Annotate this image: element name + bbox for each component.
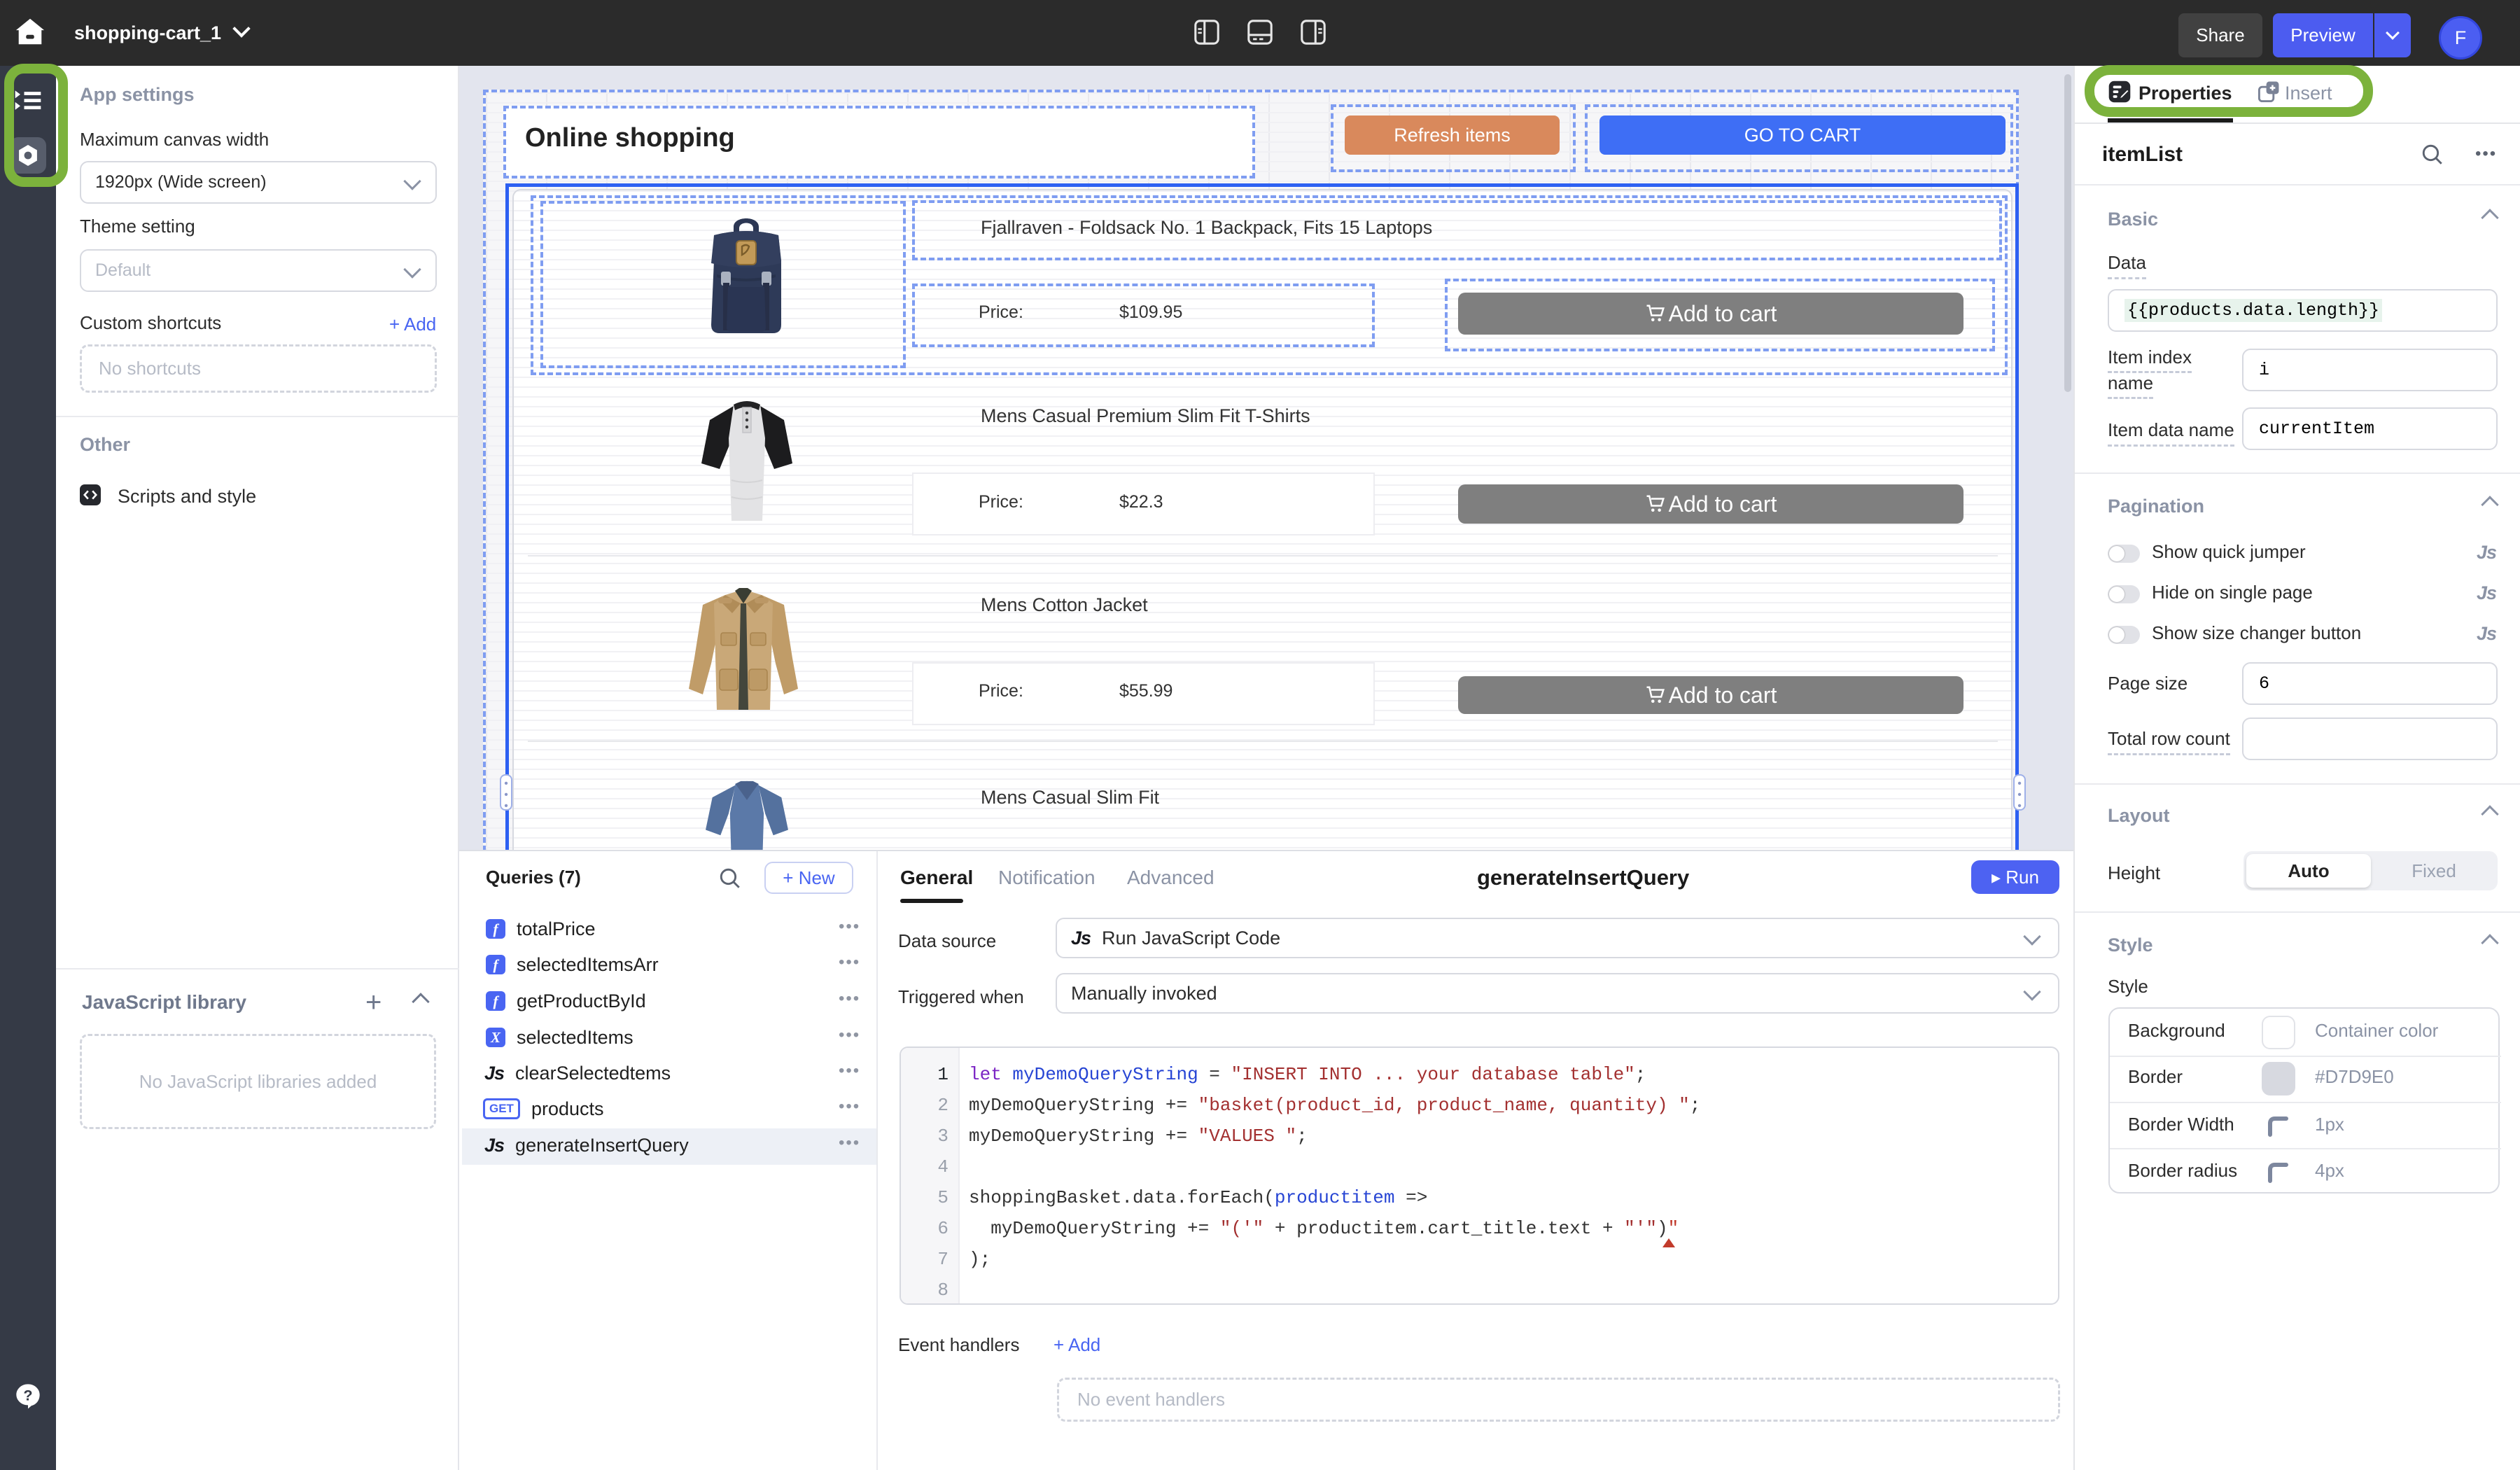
svg-text:?: ? [23, 1387, 32, 1404]
